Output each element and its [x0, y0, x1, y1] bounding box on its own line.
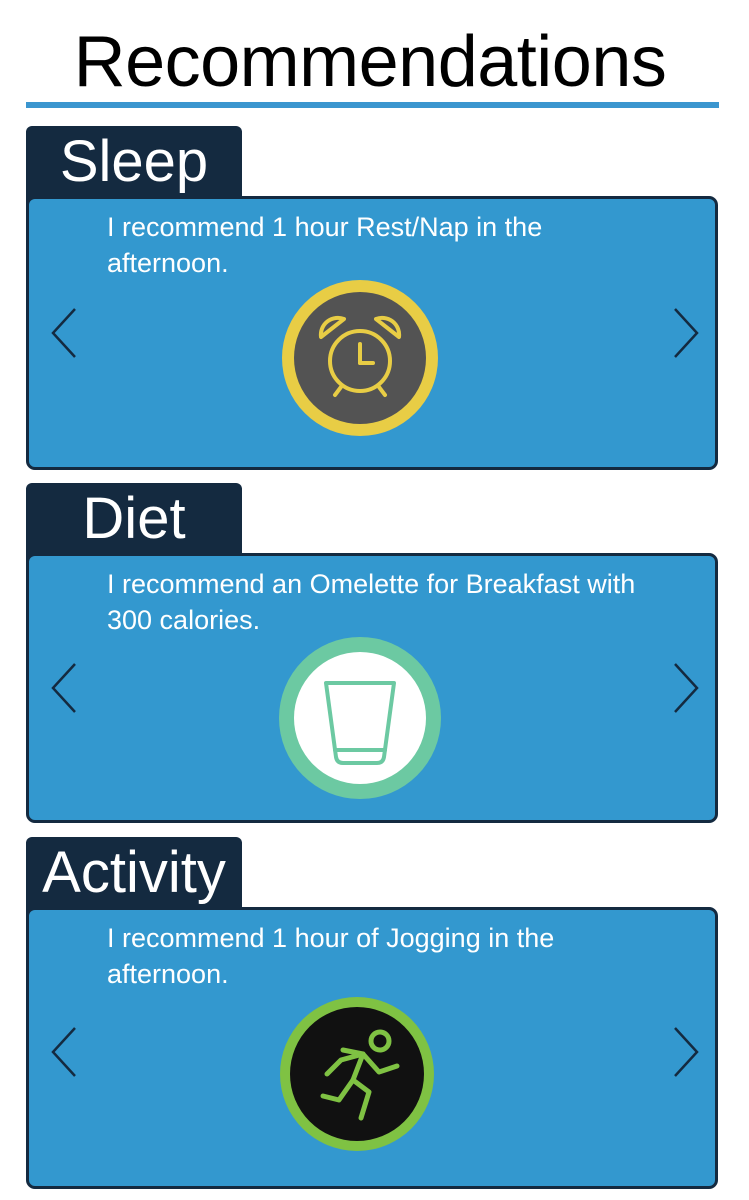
- sleep-recommendation-card: I recommend 1 hour Rest/Nap in the after…: [26, 196, 718, 470]
- activity-section: Activity I recommend 1 hour of Jogging i…: [26, 837, 718, 1189]
- next-arrow-button[interactable]: [663, 305, 703, 361]
- chevron-right-icon: [674, 308, 699, 358]
- next-arrow-button[interactable]: [663, 660, 703, 716]
- sleep-section: Sleep I recommend 1 hour Rest/Nap in the…: [26, 126, 718, 471]
- page-title: Recommendations: [73, 22, 667, 102]
- diet-recommendation-card: I recommend an Omelette for Breakfast wi…: [26, 553, 718, 823]
- diet-recommendation-text: I recommend an Omelette for Breakfast wi…: [107, 569, 636, 635]
- alarm-clock-icon: [281, 279, 439, 437]
- chevron-right-icon: [674, 1027, 699, 1077]
- section-tab-activity: Activity: [26, 837, 242, 917]
- activity-recommendation-card: I recommend 1 hour of Jogging in the aft…: [26, 907, 718, 1189]
- running-person-icon: [279, 996, 435, 1152]
- section-tab-sleep: Sleep: [26, 126, 242, 206]
- next-arrow-button[interactable]: [663, 1024, 703, 1080]
- previous-arrow-button[interactable]: [47, 1024, 87, 1080]
- chevron-right-icon: [674, 663, 699, 713]
- diet-section: Diet I recommend an Omelette for Breakfa…: [26, 483, 718, 825]
- chevron-left-icon: [51, 308, 76, 358]
- previous-arrow-button[interactable]: [47, 305, 87, 361]
- title-divider: [26, 102, 719, 108]
- chevron-left-icon: [51, 1027, 76, 1077]
- glass-icon: [278, 636, 442, 800]
- sleep-recommendation-text: I recommend 1 hour Rest/Nap in the after…: [107, 212, 543, 278]
- section-tab-diet: Diet: [26, 483, 242, 563]
- activity-recommendation-text: I recommend 1 hour of Jogging in the aft…: [107, 923, 555, 989]
- chevron-left-icon: [51, 663, 76, 713]
- previous-arrow-button[interactable]: [47, 660, 87, 716]
